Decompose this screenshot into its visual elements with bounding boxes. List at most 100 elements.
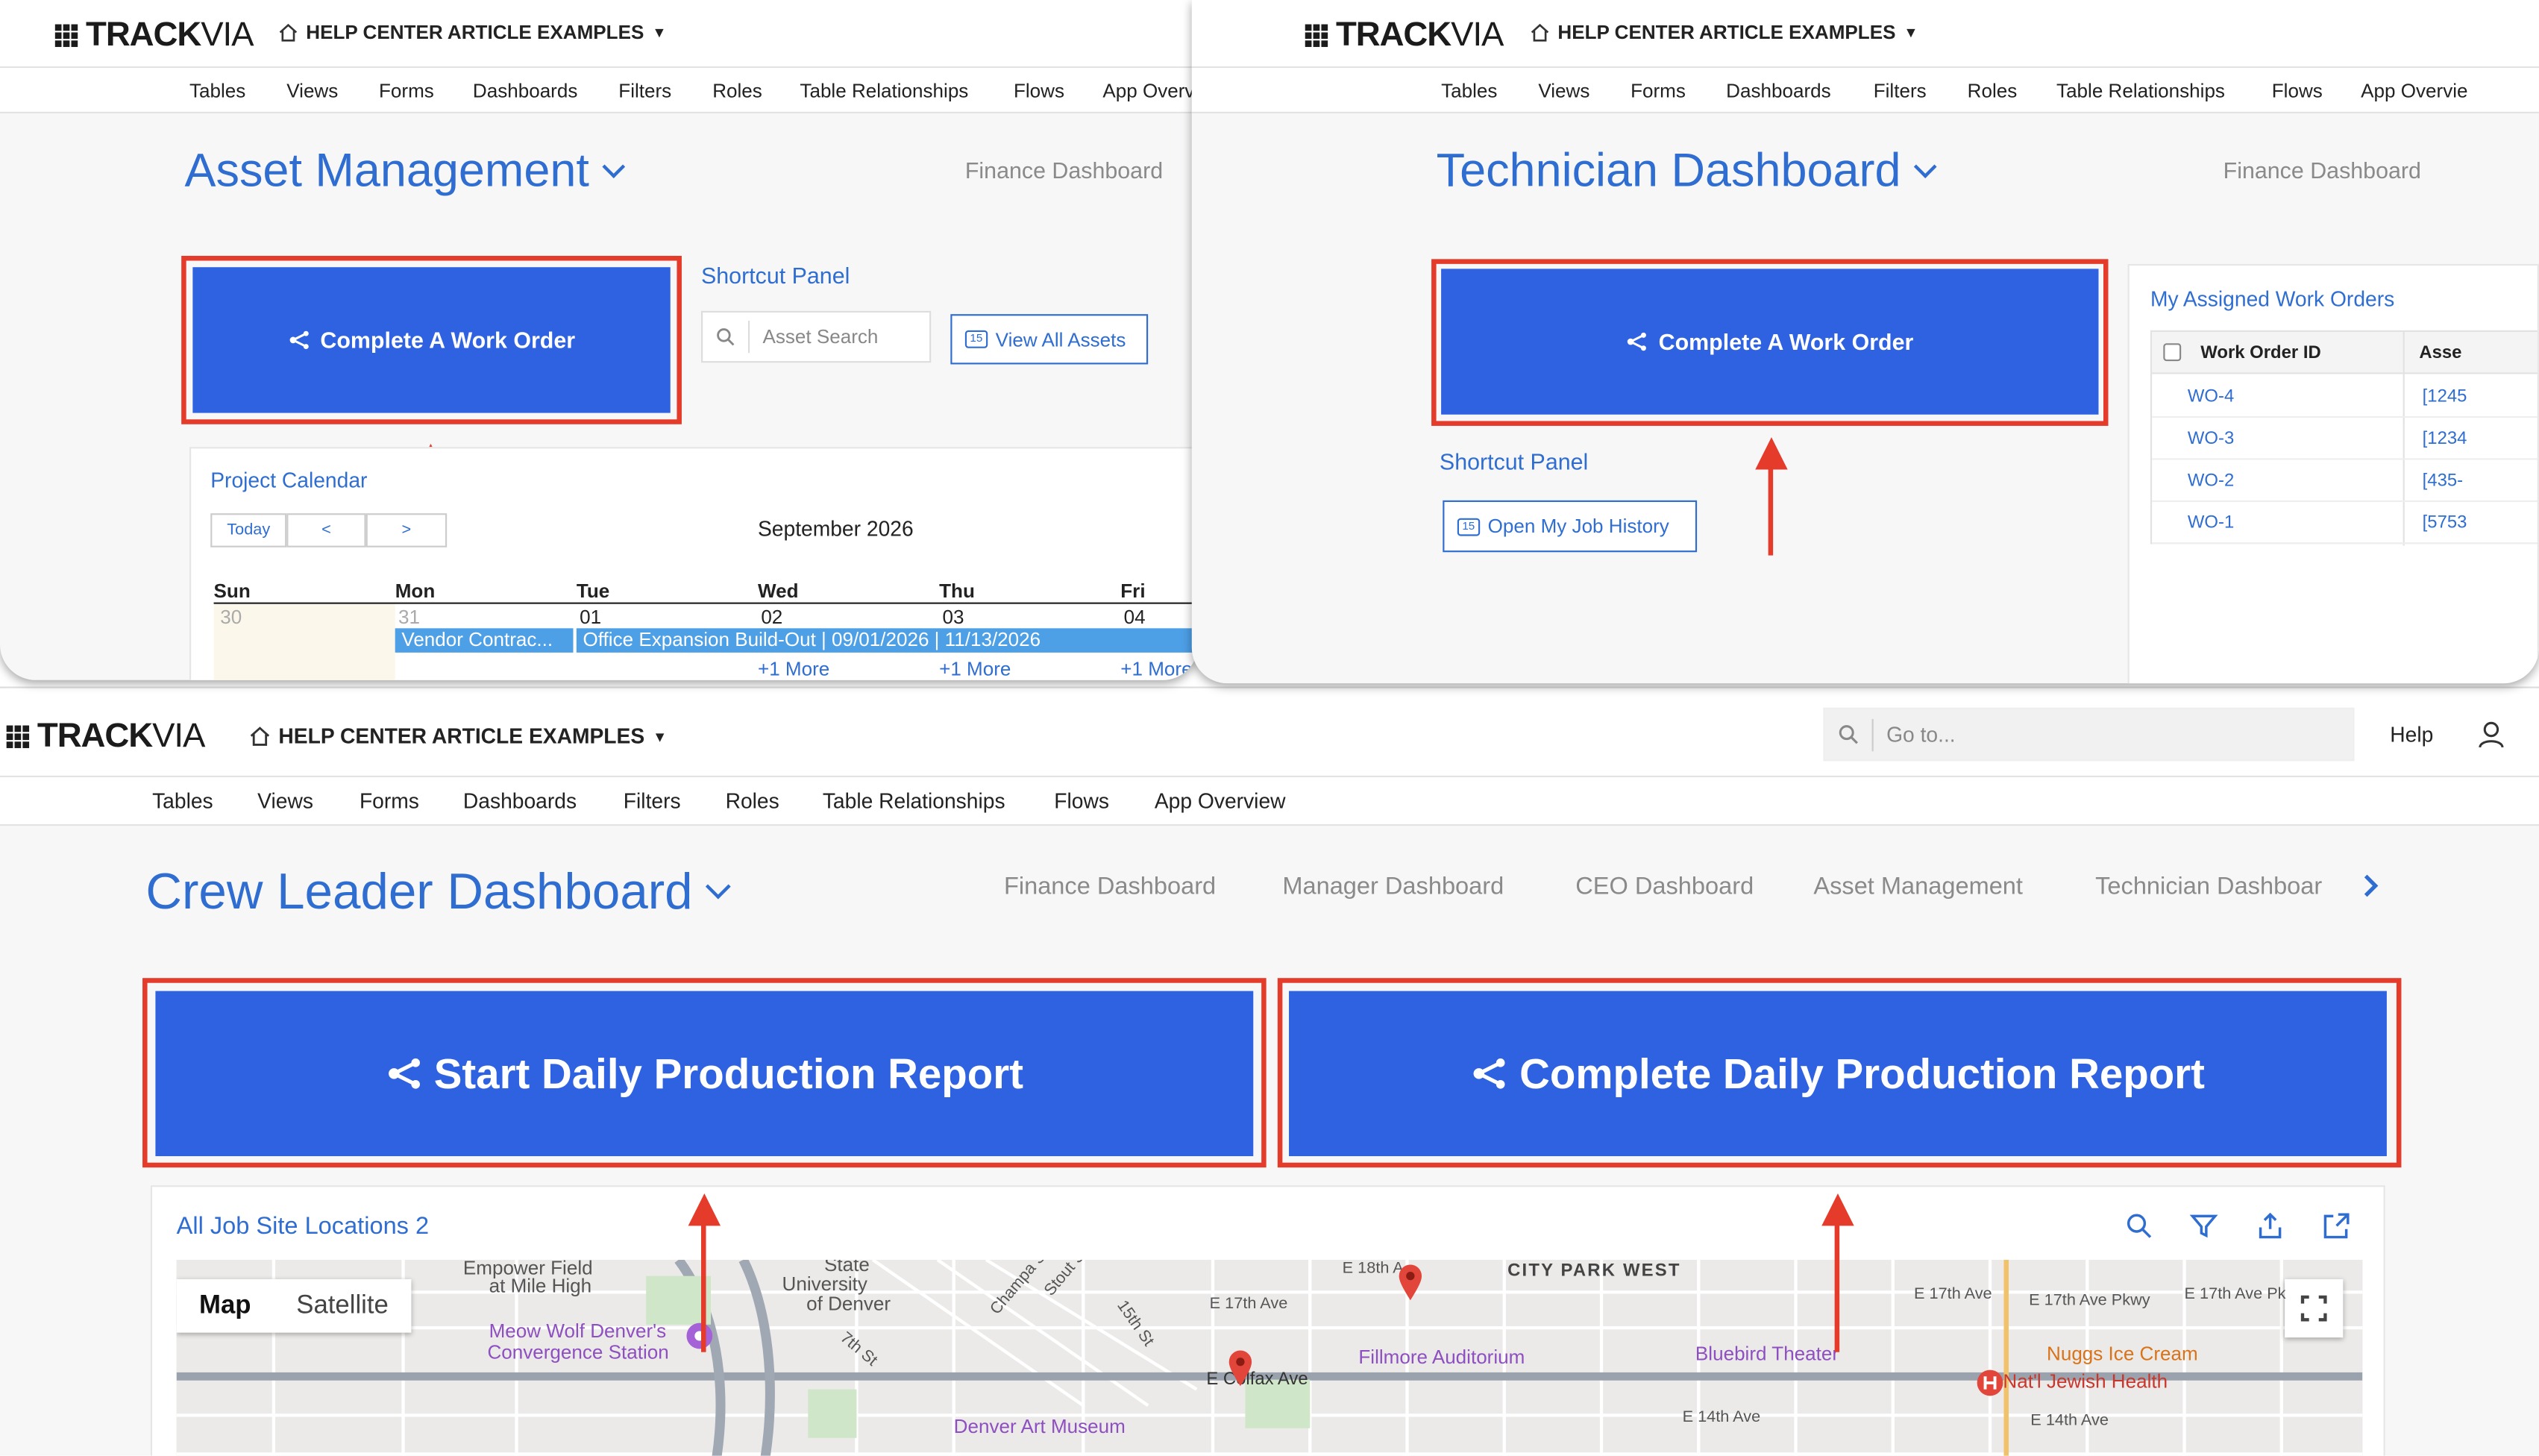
map-label-fillmore-auditorium: Fillmore Auditorium [1358, 1346, 1525, 1369]
work-order-id[interactable]: WO-3 [2188, 429, 2234, 448]
calendar-date[interactable]: 02 [761, 606, 782, 628]
calendar-date[interactable]: 03 [942, 606, 964, 628]
calendar-event[interactable]: Office Expansion Build-Out | 09/01/2026 … [576, 628, 1199, 653]
open-external-icon[interactable] [2322, 1211, 2351, 1240]
nav-tables[interactable]: Tables [1441, 79, 1497, 101]
nav-filters[interactable]: Filters [1874, 79, 1927, 101]
asset-link[interactable]: [5753 [2423, 513, 2467, 533]
nav-bar: Tables Views Forms Dashboards Filters Ro… [0, 68, 1199, 113]
nav-app-overview[interactable]: App Overvie [2361, 79, 2467, 101]
dashboard-link-manager[interactable]: Manager Dashboard [1282, 873, 1504, 900]
dashboard-link-ceo[interactable]: CEO Dashboard [1575, 873, 1754, 900]
help-link[interactable]: Help [2390, 722, 2433, 747]
nav-forms[interactable]: Forms [379, 79, 434, 101]
nav-views[interactable]: Views [286, 79, 338, 101]
dashboard-link-finance[interactable]: Finance Dashboard [1004, 873, 1216, 900]
nav-table-relationships[interactable]: Table Relationships [800, 79, 968, 101]
nav-views[interactable]: Views [1538, 79, 1589, 101]
dashboard-title[interactable]: Asset Management [184, 145, 625, 199]
column-header-asset[interactable]: Asse [2419, 343, 2461, 363]
asset-link[interactable]: [1234 [2423, 429, 2467, 448]
map-tab-satellite[interactable]: Satellite [274, 1279, 411, 1333]
open-job-history-button[interactable]: 15 Open My Job History [1443, 500, 1698, 553]
asset-search-input[interactable]: Asset Search [700, 310, 932, 363]
hospital-icon[interactable] [1975, 1368, 2004, 1397]
nav-forms[interactable]: Forms [360, 788, 419, 813]
search-icon[interactable] [2124, 1211, 2153, 1240]
work-order-id[interactable]: WO-1 [2188, 513, 2234, 533]
nav-roles[interactable]: Roles [712, 79, 762, 101]
dashboard-link-asset-management[interactable]: Asset Management [1813, 873, 2023, 900]
nav-flows[interactable]: Flows [2272, 79, 2323, 101]
nav-flows[interactable]: Flows [1054, 788, 1109, 813]
table-row[interactable]: WO-1 [5753 [2152, 502, 2538, 545]
table-row[interactable]: WO-4 [1245 [2152, 376, 2538, 418]
brand-name: TRACKVIA [37, 717, 205, 755]
calendar-date[interactable]: 04 [1124, 606, 1146, 628]
user-profile-icon[interactable] [2477, 721, 2505, 748]
trackvia-logo[interactable]: TRACKVIA [54, 16, 254, 55]
map-pin-icon[interactable] [1228, 1349, 1254, 1387]
nav-app-overview[interactable]: App Overv [1102, 79, 1194, 101]
calendar-more-link[interactable]: +1 More [939, 657, 1011, 680]
calendar-more-link[interactable]: +1 More [758, 657, 829, 680]
annotation-highlight [181, 256, 682, 424]
nav-dashboards[interactable]: Dashboards [463, 788, 577, 813]
calendar-today-button[interactable]: Today [210, 513, 287, 547]
column-header-work-order-id[interactable]: Work Order ID [2200, 343, 2320, 363]
nav-table-relationships[interactable]: Table Relationships [823, 788, 1005, 813]
home-icon [279, 23, 298, 42]
nav-forms[interactable]: Forms [1631, 79, 1686, 101]
attraction-icon[interactable] [685, 1321, 714, 1350]
job-site-map[interactable]: Map Satellite Empower Field at Mile High… [176, 1259, 2363, 1456]
dashboard-title[interactable]: Technician Dashboard [1437, 145, 1937, 199]
dashboard-link-technician[interactable]: Technician Dashboar [2095, 873, 2348, 900]
nav-dashboards[interactable]: Dashboards [473, 79, 577, 101]
select-all-checkbox[interactable] [2163, 343, 2182, 362]
calendar-prev-button[interactable]: < [286, 513, 366, 547]
nav-flows[interactable]: Flows [1014, 79, 1064, 101]
nav-views[interactable]: Views [257, 788, 313, 813]
trackvia-logo[interactable]: TRACKVIA [6, 717, 205, 756]
nav-filters[interactable]: Filters [618, 79, 671, 101]
map-pin-icon[interactable] [1397, 1263, 1423, 1302]
calendar-event[interactable]: Vendor Contrac... [395, 628, 574, 653]
view-all-assets-button[interactable]: 15 View All Assets [950, 314, 1149, 365]
fullscreen-button[interactable] [2285, 1279, 2344, 1338]
nav-table-relationships[interactable]: Table Relationships [2056, 79, 2225, 101]
app-switcher[interactable]: HELP CENTER ARTICLE EXAMPLES ▼ [1531, 21, 1918, 44]
home-icon [250, 727, 270, 746]
nav-tables[interactable]: Tables [152, 788, 213, 813]
export-icon[interactable] [2256, 1211, 2285, 1240]
map-type-toggle: Map Satellite [176, 1279, 412, 1333]
work-order-id[interactable]: WO-2 [2188, 471, 2234, 491]
nav-dashboards[interactable]: Dashboards [1726, 79, 1830, 101]
trackvia-logo[interactable]: TRACKVIA [1305, 16, 1504, 55]
work-order-id[interactable]: WO-4 [2188, 387, 2234, 407]
map-tab-map[interactable]: Map [177, 1279, 274, 1333]
nav-roles[interactable]: Roles [1968, 79, 2018, 101]
calendar-date[interactable]: 30 [220, 606, 242, 628]
nav-app-overview[interactable]: App Overview [1155, 788, 1286, 813]
asset-link[interactable]: [435- [2423, 471, 2463, 491]
dashboard-link-finance[interactable]: Finance Dashboard [965, 157, 1163, 183]
app-switcher[interactable]: HELP CENTER ARTICLE EXAMPLES ▼ [249, 724, 667, 748]
asset-link[interactable]: [1245 [2423, 387, 2467, 407]
dashboard-title[interactable]: Crew Leader Dashboard [145, 863, 731, 921]
goto-input[interactable]: Go to... [1823, 707, 2355, 762]
goto-placeholder: Go to... [1886, 722, 1956, 747]
dashboard-link-finance[interactable]: Finance Dashboard [2223, 157, 2421, 183]
annotation-arrow-head [688, 1193, 721, 1226]
chevron-right-icon[interactable] [2361, 873, 2380, 899]
calendar-next-button[interactable]: > [365, 513, 448, 547]
nav-roles[interactable]: Roles [726, 788, 779, 813]
nav-filters[interactable]: Filters [624, 788, 681, 813]
calendar-date[interactable]: 31 [398, 606, 420, 628]
app-switcher[interactable]: HELP CENTER ARTICLE EXAMPLES ▼ [278, 21, 667, 44]
table-row[interactable]: WO-3 [1234 [2152, 418, 2538, 460]
table-row[interactable]: WO-2 [435- [2152, 460, 2538, 502]
calendar-more-link[interactable]: +1 More [1120, 657, 1192, 680]
nav-tables[interactable]: Tables [189, 79, 245, 101]
calendar-date[interactable]: 01 [580, 606, 601, 628]
filter-icon[interactable] [2189, 1211, 2218, 1240]
